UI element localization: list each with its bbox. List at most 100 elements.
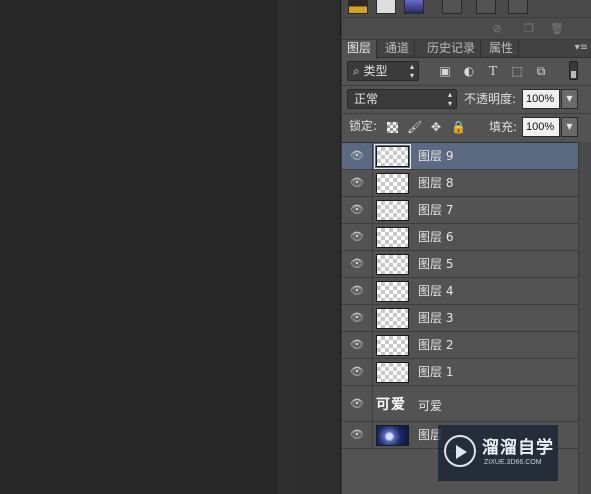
swatch-icon[interactable] <box>476 0 496 14</box>
layer-row[interactable]: 👁 图层 3 <box>342 305 578 332</box>
chevron-updown-icon: ▴ ▾ <box>447 90 452 108</box>
fill-input[interactable]: 100% <box>522 117 560 137</box>
watermark: 溜溜自学 ZIXUE.3D66.COM <box>438 425 558 481</box>
layer-name: 图层 5 <box>418 257 454 271</box>
visibility-eye-icon[interactable]: 👁 <box>350 365 364 379</box>
swatch-icon[interactable] <box>348 0 368 14</box>
panel-menu-icon[interactable]: ▾≡ <box>575 42 588 53</box>
layer-name: 图层 9 <box>418 149 454 163</box>
tab-layers[interactable]: 图层 <box>342 40 378 59</box>
filter-kind-select[interactable]: ⌕ 类型 ▴ ▾ <box>347 61 419 81</box>
divider <box>342 113 591 114</box>
layer-row[interactable]: 👁 图层 7 <box>342 197 578 224</box>
opacity-input[interactable]: 100% <box>522 89 560 109</box>
layer-thumbnail <box>376 200 409 221</box>
layer-name: 图层 7 <box>418 203 454 217</box>
swatch-icon[interactable] <box>376 0 396 14</box>
layer-name: 图层 2 <box>418 338 454 352</box>
swatch-strip <box>342 0 591 18</box>
image-filter-icon[interactable]: ▣ <box>437 63 453 79</box>
lock-label: 锁定: <box>349 119 378 133</box>
divider <box>372 224 373 250</box>
layer-thumbnail <box>376 173 409 194</box>
shape-filter-icon[interactable]: ⬚ <box>509 63 525 79</box>
layer-thumbnail <box>376 227 409 248</box>
opacity-dropdown-button[interactable]: ▼ <box>561 89 578 109</box>
search-icon: ⌕ <box>353 64 364 78</box>
tab-history[interactable]: 历史记录 <box>422 40 482 58</box>
watermark-title: 溜溜自学 <box>482 438 554 458</box>
layer-name: 图层 8 <box>418 176 454 190</box>
text-layer-thumbnail: 可爱 <box>376 397 406 413</box>
filter-toggle-switch[interactable] <box>569 61 578 80</box>
lock-transparent-icon[interactable] <box>387 122 398 133</box>
type-filter-icon[interactable]: T <box>485 63 501 79</box>
layer-thumbnail <box>376 281 409 302</box>
layer-row[interactable]: 👁 图层 2 <box>342 332 578 359</box>
tab-properties[interactable]: 属性 <box>484 40 520 58</box>
blend-mode-select[interactable]: 正常 ▴ ▾ <box>347 89 457 109</box>
layers-scrollbar[interactable] <box>578 142 591 494</box>
layer-name: 可爱 <box>418 399 443 413</box>
opacity-label: 不透明度: <box>464 92 517 106</box>
layer-name: 图层 4 <box>418 284 454 298</box>
layer-name: 图层 6 <box>418 230 454 244</box>
chevron-updown-icon: ▴ ▾ <box>409 62 414 80</box>
layer-thumbnail <box>376 362 409 383</box>
divider <box>372 332 373 358</box>
fill-dropdown-button[interactable]: ▼ <box>561 117 578 137</box>
visibility-eye-icon[interactable]: 👁 <box>350 203 364 217</box>
divider <box>372 386 373 421</box>
adjustment-filter-icon[interactable]: ◐ <box>461 63 477 79</box>
image-layer-thumbnail <box>376 425 409 446</box>
divider <box>372 143 373 169</box>
visibility-eye-icon[interactable]: 👁 <box>350 338 364 352</box>
layer-row[interactable]: 👁 图层 8 <box>342 170 578 197</box>
visibility-eye-icon[interactable]: 👁 <box>350 149 364 163</box>
layer-row[interactable]: 👁 图层 5 <box>342 251 578 278</box>
trash-icon[interactable]: 🗑 <box>550 22 564 36</box>
play-logo-icon <box>444 435 476 467</box>
watermark-url: ZIXUE.3D66.COM <box>484 459 542 466</box>
swatch-icon[interactable] <box>508 0 528 14</box>
layer-row[interactable]: 👁 图层 4 <box>342 278 578 305</box>
divider <box>372 170 373 196</box>
canvas-scrollbar[interactable] <box>276 0 300 494</box>
divider <box>372 251 373 277</box>
swatch-icon[interactable] <box>404 0 424 14</box>
visibility-eye-icon[interactable]: 👁 <box>350 176 364 190</box>
lock-all-icon[interactable]: 🔒 <box>451 120 466 134</box>
divider <box>342 85 591 86</box>
swatch-icon[interactable] <box>442 0 462 14</box>
visibility-eye-icon[interactable]: 👁 <box>350 397 364 411</box>
layers-panel: ⊘ ❐ 🗑 图层 通道 历史记录 属性 ▾≡ ⌕ 类型 ▴ ▾ ▣ ◐ T ⬚ ⧉… <box>341 0 591 494</box>
lock-position-icon[interactable]: ✥ <box>429 120 443 134</box>
layer-row[interactable]: 👁 图层 6 <box>342 224 578 251</box>
layer-thumbnail <box>376 335 409 356</box>
layer-row[interactable]: 👁 图层 1 <box>342 359 578 386</box>
divider <box>372 359 373 385</box>
fill-label: 填充: <box>489 120 518 134</box>
visibility-eye-icon[interactable]: 👁 <box>350 428 364 442</box>
layer-row[interactable]: 👁 可爱 可爱 <box>342 386 578 422</box>
filter-kind-label: 类型 <box>363 64 388 78</box>
panel-toolbar: ⊘ ❐ 🗑 <box>342 18 591 40</box>
divider <box>372 278 373 304</box>
visibility-eye-icon[interactable]: 👁 <box>350 257 364 271</box>
visibility-eye-icon[interactable]: 👁 <box>350 311 364 325</box>
cancel-icon[interactable]: ⊘ <box>490 22 504 36</box>
layer-row[interactable]: 👁 图层 9 <box>342 143 578 170</box>
visibility-eye-icon[interactable]: 👁 <box>350 230 364 244</box>
blend-mode-value: 正常 <box>354 92 379 106</box>
new-item-icon[interactable]: ❐ <box>522 22 536 36</box>
divider <box>372 305 373 331</box>
panel-dock-gutter <box>300 0 341 494</box>
smart-object-filter-icon[interactable]: ⧉ <box>533 63 549 79</box>
visibility-eye-icon[interactable]: 👁 <box>350 284 364 298</box>
canvas-area[interactable] <box>0 0 276 494</box>
panel-tabs: 图层 通道 历史记录 属性 ▾≡ <box>342 40 591 59</box>
lock-pixels-icon[interactable]: 🖌 <box>407 120 422 134</box>
tab-channels[interactable]: 通道 <box>380 40 416 58</box>
layer-thumbnail <box>374 144 411 169</box>
layer-thumbnail <box>376 254 409 275</box>
